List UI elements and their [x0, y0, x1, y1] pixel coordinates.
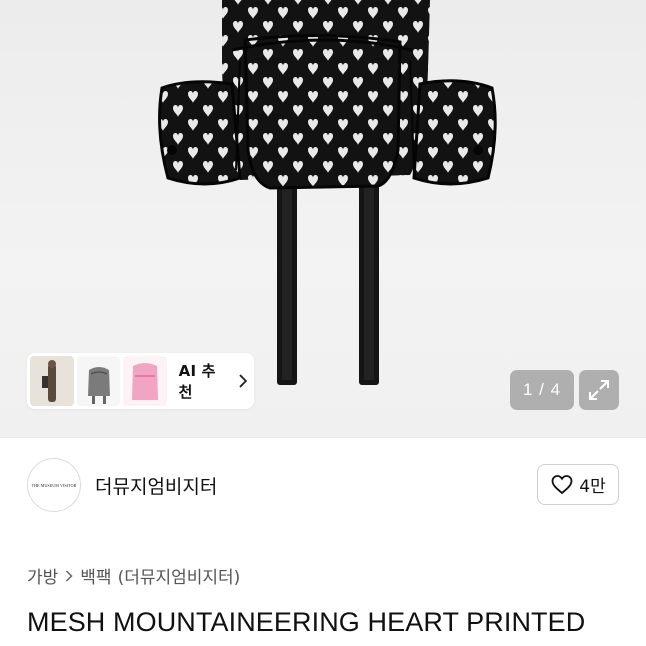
expand-arrows-icon: [589, 380, 609, 400]
recommendation-thumb-3[interactable]: [123, 356, 167, 406]
seller-logo-text: THE MUSEUM VISITOR: [31, 482, 77, 488]
like-count: 4만: [579, 477, 606, 497]
product-image-carousel[interactable]: AI 추천 1 / 4: [0, 0, 646, 437]
image-pager: 1 / 4: [510, 370, 574, 410]
seller-name[interactable]: 더뮤지엄비지터: [95, 472, 217, 499]
breadcrumb: 가방 백팩 (더뮤지엄비지터): [27, 563, 240, 588]
chevron-right-icon: [239, 374, 248, 388]
breadcrumb-item-bag[interactable]: 가방: [27, 563, 58, 588]
expand-image-button[interactable]: [579, 370, 619, 410]
like-button[interactable]: 4만: [537, 464, 619, 505]
breadcrumb-item-backpack[interactable]: 백팩: [80, 563, 111, 588]
recommendation-thumb-2[interactable]: [76, 356, 121, 406]
section-divider: [0, 437, 646, 438]
recommendation-thumb-1[interactable]: [30, 356, 74, 406]
product-title: MESH MOUNTAINEERING HEART PRINTED: [27, 607, 586, 637]
seller-logo[interactable]: THE MUSEUM VISITOR: [27, 458, 81, 512]
chevron-right-icon: [66, 569, 73, 582]
ai-recommendation-strip[interactable]: AI 추천: [27, 353, 254, 409]
breadcrumb-brand[interactable]: (더뮤지엄비지터): [118, 563, 241, 588]
heart-outline-icon: [551, 474, 573, 494]
ai-recommendation-label: AI 추천: [178, 362, 216, 401]
